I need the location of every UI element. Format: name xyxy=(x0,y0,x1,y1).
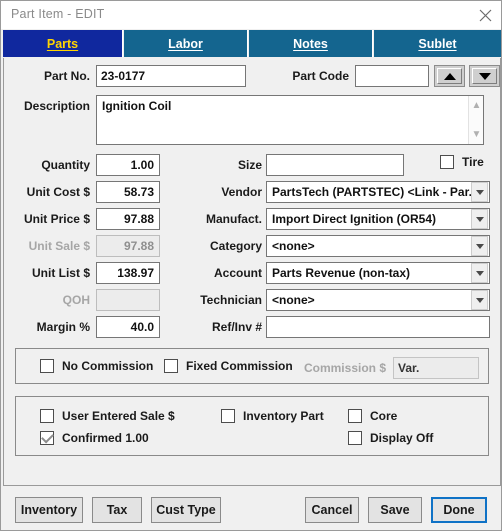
manufact-dropdown[interactable]: Import Direct Ignition (OR54) xyxy=(266,208,490,230)
chevron-down-icon[interactable] xyxy=(471,209,488,229)
done-button[interactable]: Done xyxy=(431,497,487,523)
unit-sale-input: 97.88 xyxy=(96,235,160,257)
inventory-part-checkbox[interactable]: Inventory Part xyxy=(221,409,324,423)
parts-form-panel: Part No. 23-0177 Part Code Description I… xyxy=(3,58,501,486)
unit-cost-input[interactable]: 58.73 xyxy=(96,181,160,203)
user-entered-sale-checkbox-box xyxy=(40,409,54,423)
title-bar: Part Item - EDIT xyxy=(1,1,501,29)
tire-label: Tire xyxy=(462,155,484,169)
description-value: Ignition Coil xyxy=(102,99,172,113)
unit-list-input[interactable]: 138.97 xyxy=(96,262,160,284)
technician-value: <none> xyxy=(272,293,315,307)
account-label: Account xyxy=(214,266,262,280)
unit-sale-label: Unit Sale $ xyxy=(28,239,90,253)
quantity-label: Quantity xyxy=(41,158,90,172)
margin-label: Margin % xyxy=(36,320,90,334)
account-dropdown[interactable]: Parts Revenue (non-tax) xyxy=(266,262,490,284)
vendor-label: Vendor xyxy=(221,185,262,199)
chevron-up-icon[interactable]: ▲ xyxy=(469,98,484,113)
display-off-checkbox[interactable]: Display Off xyxy=(348,431,433,445)
fixed-commission-label: Fixed Commission xyxy=(186,359,293,373)
no-commission-label: No Commission xyxy=(62,359,154,373)
tire-checkbox-box xyxy=(440,155,454,169)
size-label: Size xyxy=(237,158,262,172)
category-label: Category xyxy=(209,239,262,253)
confirmed-checkbox[interactable]: Confirmed 1.00 xyxy=(40,431,149,445)
size-input[interactable] xyxy=(266,154,404,176)
chevron-down-icon[interactable] xyxy=(471,182,488,202)
refinv-label: Ref/Inv # xyxy=(211,320,262,334)
inventory-button[interactable]: Inventory xyxy=(15,497,83,523)
category-dropdown[interactable]: <none> xyxy=(266,235,490,257)
window-title: Part Item - EDIT xyxy=(11,7,105,21)
user-entered-sale-checkbox[interactable]: User Entered Sale $ xyxy=(40,409,175,423)
part-no-label: Part No. xyxy=(43,69,90,83)
refinv-input[interactable] xyxy=(266,316,490,338)
unit-cost-label: Unit Cost $ xyxy=(26,185,90,199)
triangle-up-icon[interactable] xyxy=(434,65,465,87)
cust-type-button[interactable]: Cust Type xyxy=(151,497,221,523)
cancel-button[interactable]: Cancel xyxy=(305,497,359,523)
vendor-value: PartsTech (PARTSTEC) <Link - Par... xyxy=(272,185,471,199)
part-item-dialog: Part Item - EDIT Parts Labor Notes Suble… xyxy=(0,0,502,531)
chevron-down-icon[interactable] xyxy=(471,236,488,256)
options-group: User Entered Sale $ Confirmed 1.00 Inven… xyxy=(15,396,489,456)
chevron-down-icon[interactable] xyxy=(471,263,488,283)
quantity-input[interactable]: 1.00 xyxy=(96,154,160,176)
part-no-input[interactable]: 23-0177 xyxy=(96,65,246,87)
fixed-commission-checkbox-box xyxy=(164,359,178,373)
display-off-checkbox-box xyxy=(348,431,362,445)
qoh-input xyxy=(96,289,160,311)
no-commission-checkbox[interactable]: No Commission xyxy=(40,359,153,373)
save-button[interactable]: Save xyxy=(368,497,422,523)
category-value: <none> xyxy=(272,239,315,253)
no-commission-checkbox-box xyxy=(40,359,54,373)
part-code-input[interactable] xyxy=(355,65,429,87)
chevron-down-icon[interactable]: ▼ xyxy=(469,127,484,142)
commission-amount-input: Var. xyxy=(393,357,479,379)
manufact-value: Import Direct Ignition (OR54) xyxy=(272,212,437,226)
tire-checkbox[interactable]: Tire xyxy=(440,155,484,169)
vendor-dropdown[interactable]: PartsTech (PARTSTEC) <Link - Par... xyxy=(266,181,490,203)
unit-list-label: Unit List $ xyxy=(31,266,90,280)
chevron-down-icon[interactable] xyxy=(471,290,488,310)
tab-notes[interactable]: Notes xyxy=(249,30,373,57)
fixed-commission-checkbox[interactable]: Fixed Commission xyxy=(164,359,293,373)
tab-parts[interactable]: Parts xyxy=(3,30,123,57)
display-off-label: Display Off xyxy=(370,431,434,445)
core-label: Core xyxy=(370,409,398,423)
unit-price-label: Unit Price $ xyxy=(23,212,90,226)
part-code-label: Part Code xyxy=(292,69,349,83)
margin-input[interactable]: 40.0 xyxy=(96,316,160,338)
tab-strip: Parts Labor Notes Sublet xyxy=(1,30,501,57)
inventory-part-label: Inventory Part xyxy=(243,409,324,423)
user-entered-sale-label: User Entered Sale $ xyxy=(62,409,175,423)
confirmed-checkbox-box xyxy=(40,431,54,445)
description-textarea[interactable]: Ignition Coil ▲ ▼ xyxy=(96,95,484,145)
confirmed-label: Confirmed 1.00 xyxy=(62,431,149,445)
description-label: Description xyxy=(23,99,90,113)
close-icon[interactable] xyxy=(467,1,501,29)
inventory-part-checkbox-box xyxy=(221,409,235,423)
tab-labor[interactable]: Labor xyxy=(124,30,248,57)
triangle-down-icon[interactable] xyxy=(469,65,500,87)
qoh-label: QOH xyxy=(62,293,90,307)
commission-amount-label: Commission $ xyxy=(303,361,386,375)
technician-dropdown[interactable]: <none> xyxy=(266,289,490,311)
unit-price-input[interactable]: 97.88 xyxy=(96,208,160,230)
core-checkbox[interactable]: Core xyxy=(348,409,397,423)
commission-group: No Commission Fixed Commission Commissio… xyxy=(15,348,489,384)
manufact-label: Manufact. xyxy=(205,212,262,226)
core-checkbox-box xyxy=(348,409,362,423)
description-scrollbar[interactable]: ▲ ▼ xyxy=(468,96,483,144)
tax-button[interactable]: Tax xyxy=(92,497,142,523)
technician-label: Technician xyxy=(200,293,262,307)
account-value: Parts Revenue (non-tax) xyxy=(272,266,411,280)
tab-sublet[interactable]: Sublet xyxy=(374,30,501,57)
